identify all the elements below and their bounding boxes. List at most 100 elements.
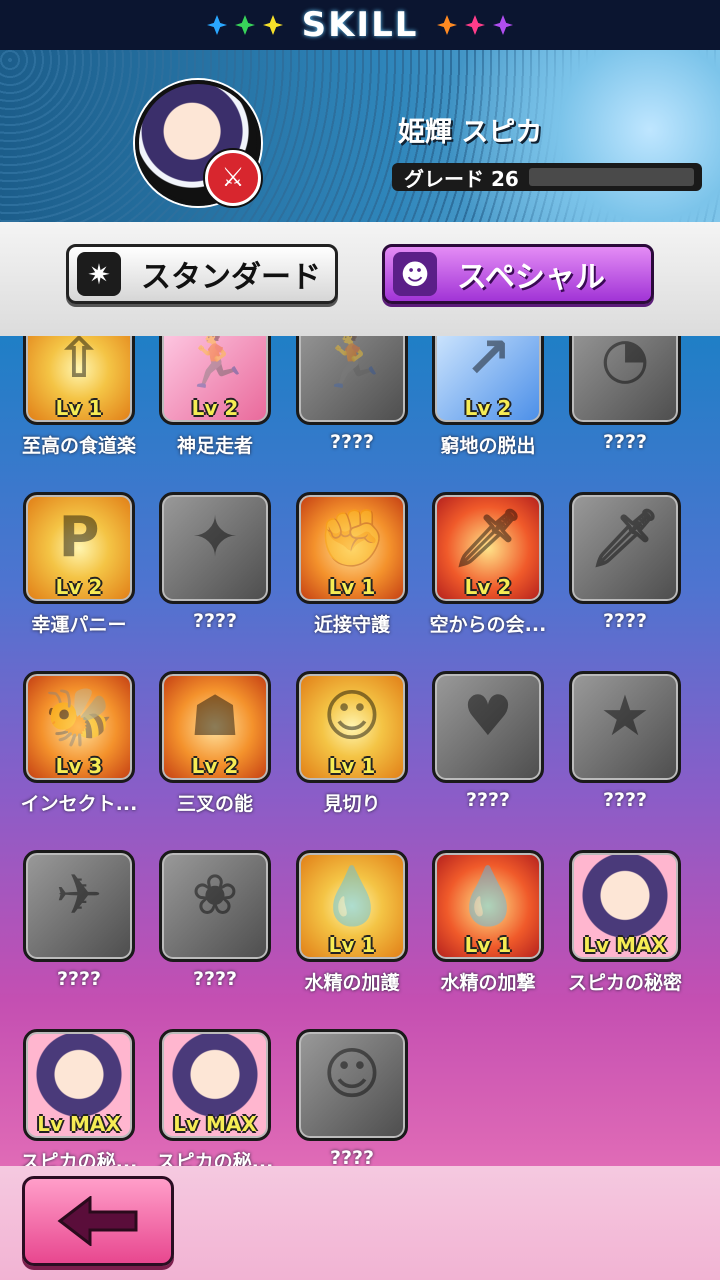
skill-level: Lv 1 [328,933,376,957]
skill-cell[interactable]: ❀???? [147,850,283,990]
skill-name: ???? [329,431,375,453]
gem-icon [464,14,486,36]
skill-icon[interactable]: ✦ [159,492,271,604]
skill-glyph-icon: ↗ [464,336,512,391]
sword-icon: ⚔ [205,150,261,206]
skill-glyph-icon: ⇧ [55,336,103,391]
grade-bar: グレード 26 [392,163,702,191]
gem-icon [436,14,458,36]
skill-icon[interactable]: 💧 Lv 1 [296,850,408,962]
skill-name: ???? [602,431,648,453]
character-name: 姫輝 スピカ [398,117,543,148]
skill-cell[interactable]: 🏃 Lv 2 神足走者 [147,336,283,458]
skill-level: Lv 2 [55,575,103,599]
tab-standard-label: スタンダード [141,260,321,295]
skill-name: 水精の加護 [304,972,400,994]
skill-cell[interactable]: ☗ Lv 2 三叉の能 [147,671,283,816]
skill-name: 至高の食道楽 [21,435,136,457]
skill-level: Lv MAX [583,933,667,957]
special-icon: ☻ [393,252,437,296]
skill-icon[interactable]: ◔ [569,336,681,425]
gem-icon [206,14,228,36]
skill-glyph-icon: 🗡 [589,506,661,571]
top-bar: SKILL [0,0,720,50]
skill-glyph-icon: 💧 [317,864,387,929]
skill-cell[interactable]: ✊ Lv 1 近接守護 [284,492,420,637]
tab-area: ✷ スタンダード ☻ スペシャル [0,222,720,336]
tab-standard[interactable]: ✷ スタンダード [66,244,338,304]
skill-name: 三叉の能 [176,793,253,815]
skill-icon[interactable]: 🗡 Lv 2 [432,492,544,604]
skill-icon[interactable]: ☗ Lv 2 [159,671,271,783]
skill-cell[interactable]: ✦???? [147,492,283,632]
skill-glyph-icon: 🐝 [44,685,114,750]
gem-icon [262,14,284,36]
skill-glyph-icon: P [58,505,100,570]
standard-icon: ✷ [77,252,121,296]
skill-glyph-icon: ✈ [55,863,103,928]
skill-icon[interactable]: Lv MAX [159,1029,271,1141]
skill-cell[interactable]: P Lv 2 幸運パニー [11,492,147,637]
skill-cell[interactable]: Lv MAX スピカの秘... [147,1029,283,1166]
skill-cell[interactable]: 🗡???? [557,492,693,632]
skill-level: Lv 2 [191,396,239,420]
skill-cell[interactable]: 💧 Lv 1 水精の加護 [284,850,420,995]
skill-name: 神足走者 [176,435,253,457]
skill-level: Lv 1 [328,754,376,778]
skill-name: 見切り [323,793,381,815]
skill-icon[interactable]: ☺ Lv 1 [296,671,408,783]
skill-icon[interactable]: 💧 Lv 1 [432,850,544,962]
skill-cell[interactable]: 🏃???? [284,336,420,453]
skill-cell[interactable]: ✈???? [11,850,147,990]
skill-icon[interactable]: ❀ [159,850,271,962]
skill-name: ???? [602,610,648,632]
skill-name: スピカの秘... [156,1151,274,1166]
skill-cell[interactable]: ☺ Lv 1 見切り [284,671,420,816]
skill-icon[interactable]: ✊ Lv 1 [296,492,408,604]
skill-name: 近接守護 [313,614,390,636]
skill-icon[interactable]: ⇧ Lv 1 [23,336,135,425]
skill-name: ???? [329,1147,375,1166]
skill-icon[interactable]: P Lv 2 [23,492,135,604]
tab-special[interactable]: ☻ スペシャル [382,244,654,304]
skill-icon[interactable]: ♥ [432,671,544,783]
skill-glyph-icon: ♥ [462,684,514,749]
skill-icon[interactable]: Lv MAX [569,850,681,962]
skill-icon[interactable]: Lv MAX [23,1029,135,1141]
skill-icon[interactable]: 🏃 Lv 2 [159,336,271,425]
skill-cell[interactable]: ♥???? [420,671,556,811]
page-title: SKILL [301,5,419,45]
skill-cell[interactable]: ★???? [557,671,693,811]
skill-name: スピカの秘密 [567,972,682,994]
skill-level: Lv MAX [37,1112,121,1136]
skill-cell[interactable]: ◔???? [557,336,693,453]
skill-cell[interactable]: Lv MAX スピカの秘... [11,1029,147,1166]
skill-glyph-icon: 🗡 [452,506,524,571]
skill-glyph-icon: ❀ [191,863,239,928]
skill-cell[interactable]: 💧 Lv 1 水精の加撃 [420,850,556,995]
character-header: ⚔ 姫輝 スピカ グレード 26 [0,50,720,222]
back-button[interactable] [22,1176,174,1266]
gem-icon [234,14,256,36]
skill-icon[interactable]: ★ [569,671,681,783]
skill-glyph-icon: ☗ [189,684,241,749]
skill-level: Lv 1 [328,575,376,599]
skill-cell[interactable]: ⇧ Lv 1 至高の食道楽 [11,336,147,458]
skill-name: ???? [465,789,511,811]
skill-name: ???? [192,968,238,990]
skill-cell[interactable]: ☺???? [284,1029,420,1166]
skill-icon[interactable]: ✈ [23,850,135,962]
skill-glyph-icon: 🏃 [180,336,250,392]
skill-cell[interactable]: ↗ Lv 2 窮地の脱出 [420,336,556,458]
skill-icon[interactable]: 🐝 Lv 3 [23,671,135,783]
skill-icon[interactable]: ↗ Lv 2 [432,336,544,425]
skill-cell[interactable]: 🐝 Lv 3 インセクト... [11,671,147,816]
skill-icon[interactable]: 🗡 [569,492,681,604]
skill-icon[interactable]: ☺ [296,1029,408,1141]
skill-cell[interactable]: Lv MAX スピカの秘密 [557,850,693,995]
skill-level: Lv 2 [191,754,239,778]
skill-level: Lv MAX [173,1112,257,1136]
skill-icon[interactable]: 🏃 [296,336,408,425]
skill-glyph-icon: ✦ [191,505,239,570]
skill-cell[interactable]: 🗡 Lv 2 空からの会... [420,492,556,637]
